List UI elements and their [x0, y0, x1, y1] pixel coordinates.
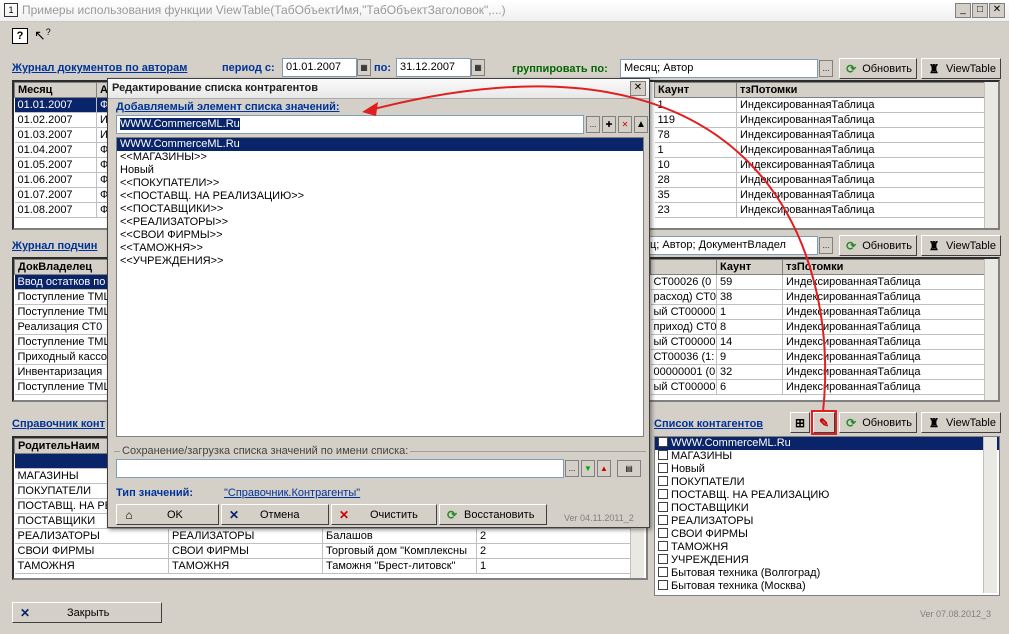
arrow-line [369, 85, 827, 413]
annotation-arrow [362, 85, 827, 413]
arrow-head [362, 102, 378, 116]
